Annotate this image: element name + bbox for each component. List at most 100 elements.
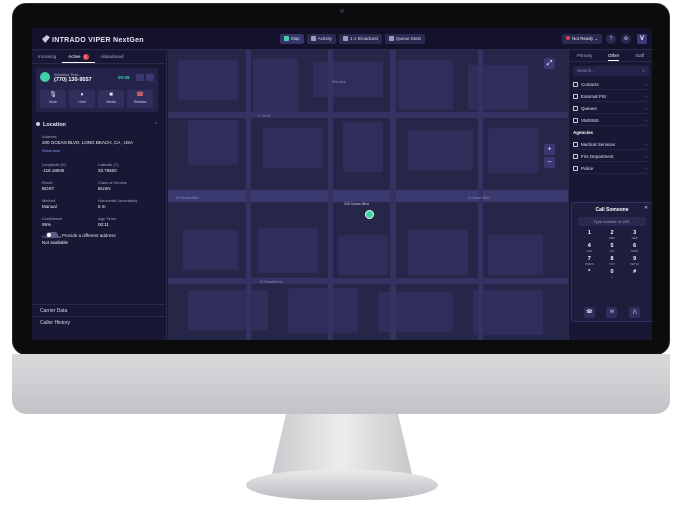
fire-icon: [573, 153, 578, 159]
different-address-toggle[interactable]: [46, 232, 58, 238]
caller-history-row[interactable]: Caller History: [32, 316, 167, 328]
age-timer-value: 00:11: [98, 222, 109, 227]
key-hash[interactable]: #: [623, 269, 646, 279]
method-label: Method: [42, 198, 56, 203]
media-button[interactable]: ■ Media: [98, 90, 124, 108]
directory-item-contacts[interactable]: Contacts ›: [573, 80, 649, 90]
nav-broadcast-button[interactable]: 1-1 Broadcast: [339, 34, 383, 44]
nav-map-button[interactable]: Map: [280, 34, 304, 44]
directory-item-vm-sms[interactable]: VM/SMS ›: [573, 116, 649, 126]
chevron-right-icon: ›: [645, 118, 648, 123]
key-8[interactable]: 8 TUV: [601, 256, 624, 266]
active-count-badge: 1: [82, 54, 89, 60]
confidence-value: 95%: [42, 222, 52, 227]
route-label: Route: [42, 180, 53, 185]
status-label: Not Ready: [572, 36, 594, 41]
hold-button[interactable]: ⏸ Hold: [69, 90, 95, 108]
mute-button[interactable]: 🎙 Mute: [40, 90, 66, 108]
status-dropdown[interactable]: Not Ready ⌄: [562, 34, 603, 44]
nav-queue-stats-button[interactable]: Queue Stats: [385, 34, 426, 44]
route-value: BOST: [42, 186, 55, 191]
nav-label: 1-1 Broadcast: [350, 36, 379, 41]
tab-primary[interactable]: Primary: [577, 50, 593, 61]
agency-item-fire[interactable]: Fire Department ›: [573, 152, 649, 162]
dial-collapse-button[interactable]: ⋀: [629, 307, 641, 318]
phone-icon: [40, 72, 50, 82]
zoom-in-button[interactable]: +: [544, 144, 555, 155]
key-3[interactable]: 3 DEF: [623, 230, 646, 240]
key-6[interactable]: 6 MNO: [623, 243, 646, 253]
chevron-up-icon[interactable]: ⌃: [154, 122, 158, 128]
class-of-service-label: Class of Service: [98, 180, 127, 185]
nav-activity-button[interactable]: Activity: [306, 34, 337, 44]
dial-call-button[interactable]: ☎: [583, 307, 595, 318]
key-7[interactable]: 7 PQRS: [578, 256, 601, 266]
location-header[interactable]: Location: [36, 122, 66, 128]
key-digit: 1: [587, 230, 591, 236]
dial-text-button[interactable]: ✉: [606, 307, 618, 318]
tab-active[interactable]: Active 1: [62, 50, 95, 63]
age-timer-label: Age Timer: [98, 216, 117, 221]
nav-label: Activity: [317, 36, 333, 41]
top-nav: Map Activity 1-1 Broadcast Queue Stats: [280, 34, 426, 44]
tab-other[interactable]: Other: [608, 50, 620, 61]
key-letters: MNO: [631, 249, 639, 253]
key-9[interactable]: 9 WXYZ: [623, 256, 646, 266]
street-label: W Ocean Blvd: [176, 196, 199, 200]
key-star[interactable]: *: [578, 269, 601, 279]
broadcast-icon: [343, 36, 349, 41]
caller-location-marker[interactable]: [365, 210, 374, 219]
item-label: Fire Department: [581, 154, 614, 159]
control-label: Media: [106, 100, 116, 104]
search-icon: ⌕: [642, 68, 645, 74]
dial-number-input[interactable]: Type number or URL: [578, 217, 646, 226]
key-letters: TUV: [608, 262, 615, 266]
key-5[interactable]: 5 JKL: [601, 243, 624, 253]
tab-label: Incoming: [38, 54, 57, 59]
active-call-card[interactable]: Wireless Test... (770) 130-9557 00:09 🎙 M…: [36, 68, 158, 112]
agency-item-medical[interactable]: Medical Services ›: [573, 140, 649, 150]
key-letters: WXYZ: [630, 262, 639, 266]
transfer-icon[interactable]: [136, 74, 144, 81]
more-icon[interactable]: [146, 74, 154, 81]
directory-search-input[interactable]: Search... ⌕: [573, 66, 649, 76]
tab-abandoned[interactable]: Abandoned: [95, 50, 130, 63]
chevron-right-icon: ›: [645, 82, 648, 87]
tab-incoming[interactable]: Incoming: [32, 50, 62, 63]
dialer-panel: Call Someone ✕ Type number or URL 1 2 ABC…: [571, 202, 652, 322]
street-label: E Ocean Blvd: [468, 196, 490, 200]
app-logo: INTRADO VIPER NextGen: [42, 35, 144, 44]
app-screen: INTRADO VIPER NextGen Map Activity 1-1 B…: [32, 28, 652, 340]
key-2[interactable]: 2 ABC: [601, 230, 624, 240]
map-view[interactable]: W Ocean Blvd E Ocean Blvd E 1st St E Sho…: [168, 50, 568, 340]
chevron-right-icon: ›: [645, 142, 648, 147]
fullscreen-icon[interactable]: ⤢: [544, 58, 555, 69]
logo-mark-icon: [42, 35, 50, 43]
agency-item-police[interactable]: Police ›: [573, 164, 649, 174]
dialer-title: Call Someone: [595, 207, 629, 213]
key-0[interactable]: 0 +: [601, 269, 624, 279]
key-4[interactable]: 4 GHI: [578, 243, 601, 253]
chevron-right-icon: ›: [645, 94, 648, 99]
key-letters: GHI: [586, 249, 592, 253]
directory-item-external-psi[interactable]: External PSI ›: [573, 92, 649, 102]
carrier-data-row[interactable]: Carrier Data: [32, 304, 167, 316]
avatar[interactable]: V: [637, 34, 647, 44]
zoom-out-button[interactable]: −: [544, 157, 555, 168]
stats-icon: [389, 36, 395, 41]
settings-icon[interactable]: ⚙: [621, 34, 631, 44]
show-less-link[interactable]: Show less: [42, 148, 60, 153]
directory-item-queues[interactable]: Queues ›: [573, 104, 649, 114]
phone-icon: [573, 93, 578, 99]
control-label: Release: [133, 100, 147, 104]
call-controls: 🎙 Mute ⏸ Hold ■ Media ☎ Release: [40, 90, 153, 108]
help-icon[interactable]: ?: [606, 34, 616, 44]
key-1[interactable]: 1: [578, 230, 601, 240]
top-bar: INTRADO VIPER NextGen Map Activity 1-1 B…: [32, 28, 652, 50]
item-label: External PSI: [581, 94, 607, 99]
logo-text: INTRADO VIPER NextGen: [52, 37, 144, 44]
close-icon[interactable]: ✕: [644, 205, 648, 211]
tab-staff[interactable]: Staff: [635, 50, 644, 61]
release-button[interactable]: ☎ Release: [127, 90, 153, 108]
street-label: E Shoreline Dr: [260, 280, 283, 284]
